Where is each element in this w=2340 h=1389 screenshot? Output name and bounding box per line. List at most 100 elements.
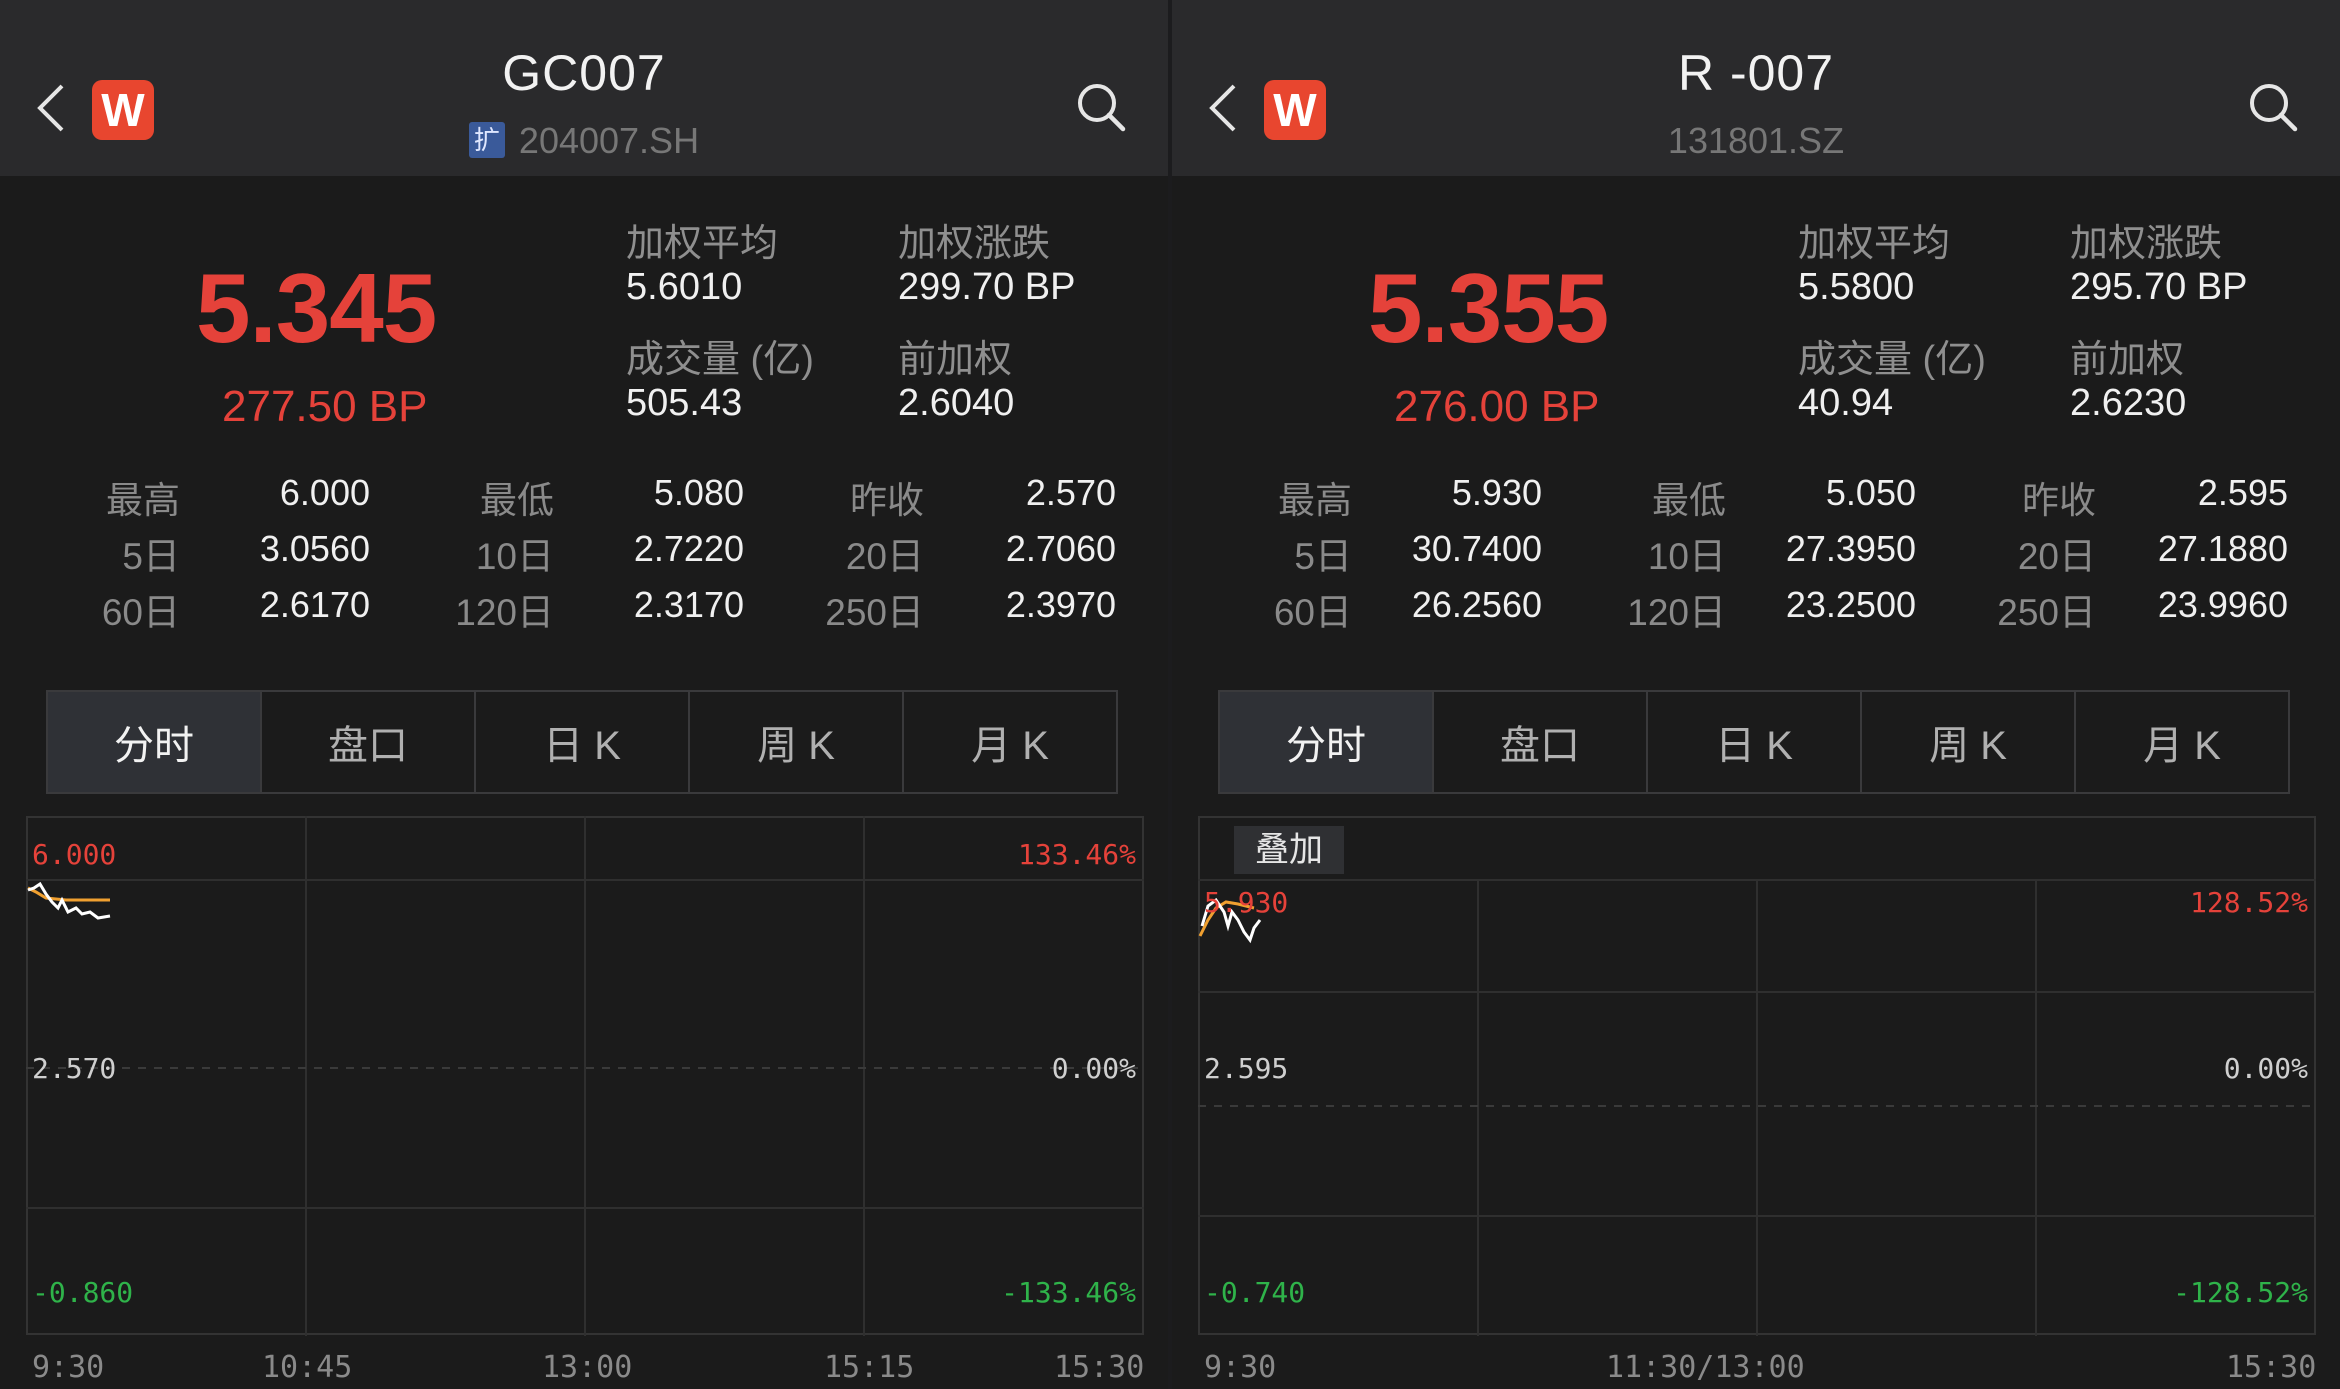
y-axis-top-label: 6.000 [32,838,117,871]
x-axis-label: 15:15 [824,1350,915,1385]
volume-value: 40.94 [1798,382,1894,424]
metric-value: 2.7060 [1005,528,1116,569]
pct-axis-mid-label: 0.00% [1051,1052,1136,1085]
metric-label: 20日 [2017,536,2096,577]
avg-price-line [27,886,110,902]
overlay-button[interactable]: 叠加 [1234,826,1344,874]
y-axis-top-label: 5.930 [1204,886,1289,919]
security-title: GC007 [502,45,666,101]
metric-value: 2.6170 [259,584,370,625]
pct-axis-mid-label: 0.00% [2223,1052,2308,1085]
weighted-change-value: 299.70 BP [898,266,1076,308]
last-price: 5.345 [196,253,437,363]
x-axis-label: 11:30/13:00 [1606,1350,1805,1385]
tab-intraday[interactable]: 分时 [1220,692,1434,792]
weighted-avg-label: 加权平均 [1798,223,1951,265]
tab-orderbook[interactable]: 盘口 [262,692,476,792]
metric-value: 30.7400 [1411,528,1542,569]
metric-label: 10日 [475,536,554,577]
metric-label: 60日 [101,592,180,633]
x-axis-label: 15:30 [1054,1350,1145,1385]
metric-label: 最高 [106,480,180,521]
tab-daily-k[interactable]: 日 K [1648,692,1862,792]
metric-value: 5.930 [1451,472,1542,513]
metric-label: 250日 [825,592,924,633]
intraday-chart[interactable]: 叠加 5.930 128.52% 2.595 0.00% -0.740 -128… [1198,816,2316,1336]
metric-value: 2.595 [2197,472,2288,513]
tab-weekly-k[interactable]: 周 K [1862,692,2076,792]
metric-value: 27.1880 [2157,528,2288,569]
metric-value: 26.2560 [1411,584,1542,625]
chart-tabs: 分时 盘口 日 K 周 K 月 K [46,690,1118,794]
chart-tabs: 分时 盘口 日 K 周 K 月 K [1218,690,2290,794]
metric-label: 120日 [1627,592,1726,633]
weighted-avg-value: 5.5800 [1798,266,1915,308]
y-axis-mid-label: 2.570 [32,1052,117,1085]
tab-orderbook[interactable]: 盘口 [1434,692,1648,792]
tab-monthly-k[interactable]: 月 K [2076,692,2288,792]
intraday-chart-grid [26,816,1144,1336]
x-axis-label: 10:45 [262,1350,353,1385]
x-axis-label: 15:30 [2226,1350,2317,1385]
metric-value: 6.000 [279,472,370,513]
prev-weighted-value: 2.6040 [898,382,1015,424]
metric-value: 23.2500 [1785,584,1916,625]
y-axis-bottom-label: -0.740 [1204,1276,1306,1309]
tab-daily-k[interactable]: 日 K [476,692,690,792]
y-axis-bottom-label: -0.860 [32,1276,134,1309]
intraday-chart-grid [1198,816,2316,1336]
metric-value: 27.3950 [1785,528,1916,569]
metric-label: 最高 [1278,480,1352,521]
metric-label: 5日 [122,536,180,577]
metric-label: 60日 [1273,592,1352,633]
metric-label: 昨收 [2022,480,2096,521]
weighted-change-value: 295.70 BP [2070,266,2248,308]
security-code: 扩 204007.SH [0,120,1168,162]
security-code-text: 204007.SH [518,120,700,161]
x-axis-label: 9:30 [32,1350,105,1385]
metric-value: 3.0560 [259,528,370,569]
metric-value: 2.3170 [633,584,744,625]
pct-axis-bottom-label: -128.52% [2173,1276,2308,1309]
metric-value: 2.7220 [633,528,744,569]
tab-intraday[interactable]: 分时 [48,692,262,792]
x-axis-label: 13:00 [542,1350,633,1385]
tab-weekly-k[interactable]: 周 K [690,692,904,792]
quote-screen-gc007: W GC007 扩 204007.SH 5.345 277.50 BP 加权平均 … [0,0,1168,1389]
metric-label: 最低 [480,480,554,521]
prev-weighted-label: 前加权 [2070,339,2185,381]
prev-weighted-value: 2.6230 [2070,382,2187,424]
metric-value: 5.050 [1825,472,1916,513]
prev-weighted-label: 前加权 [898,339,1013,381]
x-axis-label: 9:30 [1204,1350,1277,1385]
last-price: 5.355 [1368,253,1609,363]
metric-value: 23.9960 [2157,584,2288,625]
security-title: R -007 [1677,45,1835,101]
pct-axis-top-label: 133.46% [1017,838,1136,871]
price-change-bp: 277.50 BP [222,382,428,431]
volume-value: 505.43 [626,382,743,424]
weighted-change-label: 加权涨跌 [2070,223,2223,265]
metric-label: 10日 [1647,536,1726,577]
extended-tag-badge: 扩 [468,122,505,159]
search-icon[interactable] [2248,82,2298,132]
metric-label: 5日 [1294,536,1352,577]
metric-label: 250日 [1997,592,2096,633]
metric-label: 20日 [845,536,924,577]
volume-label: 成交量 (亿) [626,339,814,381]
metric-label: 120日 [455,592,554,633]
intraday-chart[interactable]: 6.000 133.46% 2.570 0.00% -0.860 -133.46… [26,816,1144,1336]
metric-label: 昨收 [850,480,924,521]
pct-axis-top-label: 128.52% [2189,886,2308,919]
y-axis-mid-label: 2.595 [1204,1052,1289,1085]
security-code: 131801.SZ [1667,120,1845,161]
quote-screen-r007: W R -007 131801.SZ 5.355 276.00 BP 加权平均 … [1172,0,2340,1389]
price-change-bp: 276.00 BP [1394,382,1600,431]
weighted-avg-value: 5.6010 [626,266,743,308]
volume-label: 成交量 (亿) [1798,339,1986,381]
header-bar: W R -007 131801.SZ [1172,0,2340,176]
metric-value: 2.570 [1025,472,1116,513]
search-icon[interactable] [1076,82,1126,132]
metric-label: 最低 [1652,480,1726,521]
tab-monthly-k[interactable]: 月 K [904,692,1116,792]
